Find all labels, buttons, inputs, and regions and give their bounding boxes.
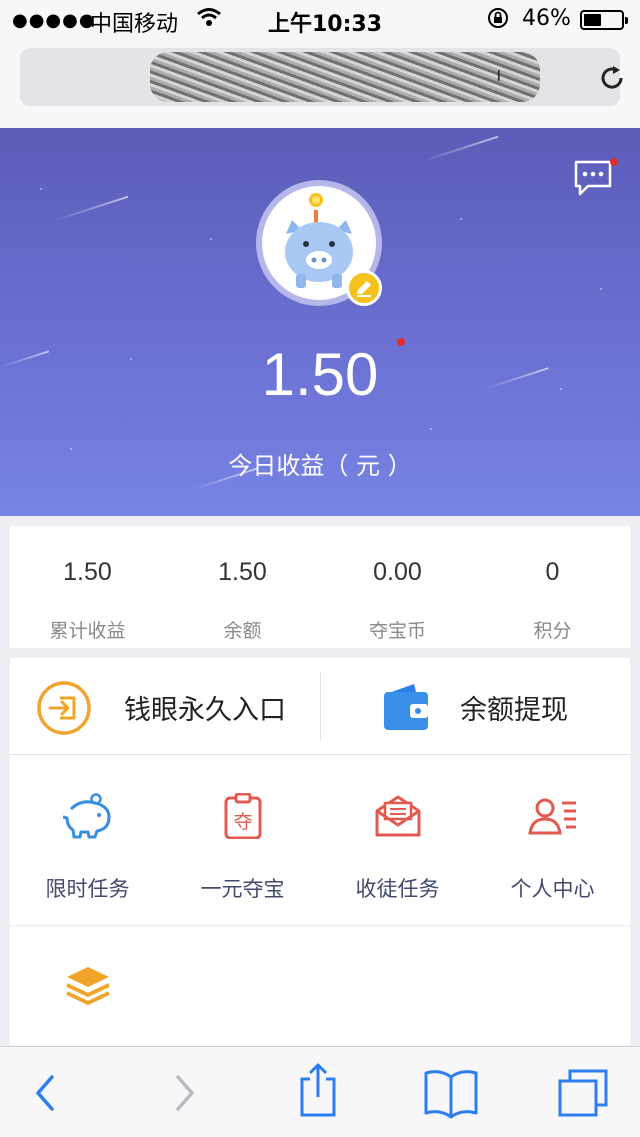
reload-icon[interactable]: [598, 64, 626, 92]
grid-item-apprentice-tasks[interactable]: 收徒任务: [320, 755, 475, 925]
grid-item-personal-center[interactable]: 个人中心: [475, 755, 630, 925]
envelope-icon: [373, 793, 423, 839]
withdraw-balance-label: 余额提现: [460, 695, 568, 726]
today-earnings-label: 今日收益（ 元 ）: [228, 452, 412, 480]
grid-item-one-yuan-treasure[interactable]: 夺 一元夺宝: [165, 755, 320, 925]
stat-treasure-coins[interactable]: 0.00 夺宝币: [320, 526, 475, 648]
url-field[interactable]: ı: [20, 48, 623, 106]
grid-item-label: 个人中心: [510, 877, 595, 901]
stat-value: 0.00: [373, 558, 422, 586]
status-bar: ●●●●● 中国移动 上午10:33 46%: [0, 0, 640, 40]
share-button[interactable]: [290, 1061, 346, 1117]
browser-address-area: ı: [0, 40, 640, 129]
svg-text:夺: 夺: [233, 811, 252, 833]
unread-badge: [610, 158, 618, 166]
clock-time: 上午10:33: [268, 12, 383, 37]
url-text: ı: [496, 62, 502, 86]
wifi-icon: [196, 6, 222, 34]
earnings-hero: 1.50 今日收益（ 元 ）: [0, 128, 640, 516]
stat-value: 1.50: [63, 558, 112, 586]
stat-label: 累计收益: [49, 620, 126, 642]
feature-grid: 限时任务 夺 一元夺宝 收徒任务 个人中心: [10, 755, 630, 1045]
stat-value: 1.50: [218, 558, 267, 586]
entry-icon: [36, 680, 92, 736]
profile-card-icon: [528, 793, 578, 839]
message-button[interactable]: [572, 158, 618, 198]
grid-item-label: 一元夺宝: [200, 877, 285, 901]
chat-bubble-icon: [574, 160, 612, 196]
browser-toolbar: [0, 1046, 640, 1137]
bookmarks-button[interactable]: [422, 1067, 478, 1119]
back-button[interactable]: [20, 1067, 76, 1119]
chevron-left-icon: [36, 1075, 54, 1111]
piggy-bank-icon: [62, 793, 113, 839]
stat-points[interactable]: 0 积分: [475, 526, 630, 648]
grid-item-label: 限时任务: [45, 877, 130, 901]
carrier-name: 中国移动: [90, 12, 179, 37]
wallet-icon: [382, 682, 430, 734]
orientation-lock-icon: [486, 6, 510, 36]
layers-icon: [63, 963, 113, 1009]
book-icon: [424, 1070, 478, 1119]
permanent-entry-button[interactable]: 钱眼永久入口: [10, 658, 320, 754]
redacted-url: [150, 52, 540, 102]
withdraw-balance-button[interactable]: 余额提现: [320, 658, 630, 754]
stat-label: 夺宝币: [368, 620, 426, 642]
today-earnings-amount: 1.50: [261, 341, 379, 408]
grid-divider: [10, 925, 630, 926]
signal-strength-icon: ●●●●●: [12, 10, 96, 31]
treasure-clipboard-icon: 夺: [218, 792, 268, 840]
stat-balance[interactable]: 1.50 余额: [165, 526, 320, 648]
pencil-icon: [357, 281, 371, 297]
tabs-icon: [558, 1069, 608, 1117]
battery-percent: 46%: [522, 6, 571, 31]
edit-avatar-button[interactable]: [346, 270, 382, 306]
grid-item-label: 收徒任务: [355, 877, 440, 901]
stat-value: 0: [545, 558, 560, 586]
stat-label: 余额: [223, 620, 262, 642]
share-icon: [300, 1063, 336, 1117]
grid-item-limited-tasks[interactable]: 限时任务: [10, 755, 165, 925]
battery-icon: [580, 10, 628, 30]
permanent-entry-label: 钱眼永久入口: [124, 695, 286, 726]
stat-label: 积分: [533, 620, 572, 642]
stats-panel: 1.50 累计收益 1.50 余额 0.00 夺宝币 0 积分: [10, 526, 630, 648]
chevron-right-icon: [176, 1075, 194, 1111]
stat-total-earnings[interactable]: 1.50 累计收益: [10, 526, 165, 648]
forward-button[interactable]: [160, 1067, 216, 1119]
tabs-button[interactable]: [556, 1067, 612, 1119]
action-divider: [320, 672, 321, 740]
